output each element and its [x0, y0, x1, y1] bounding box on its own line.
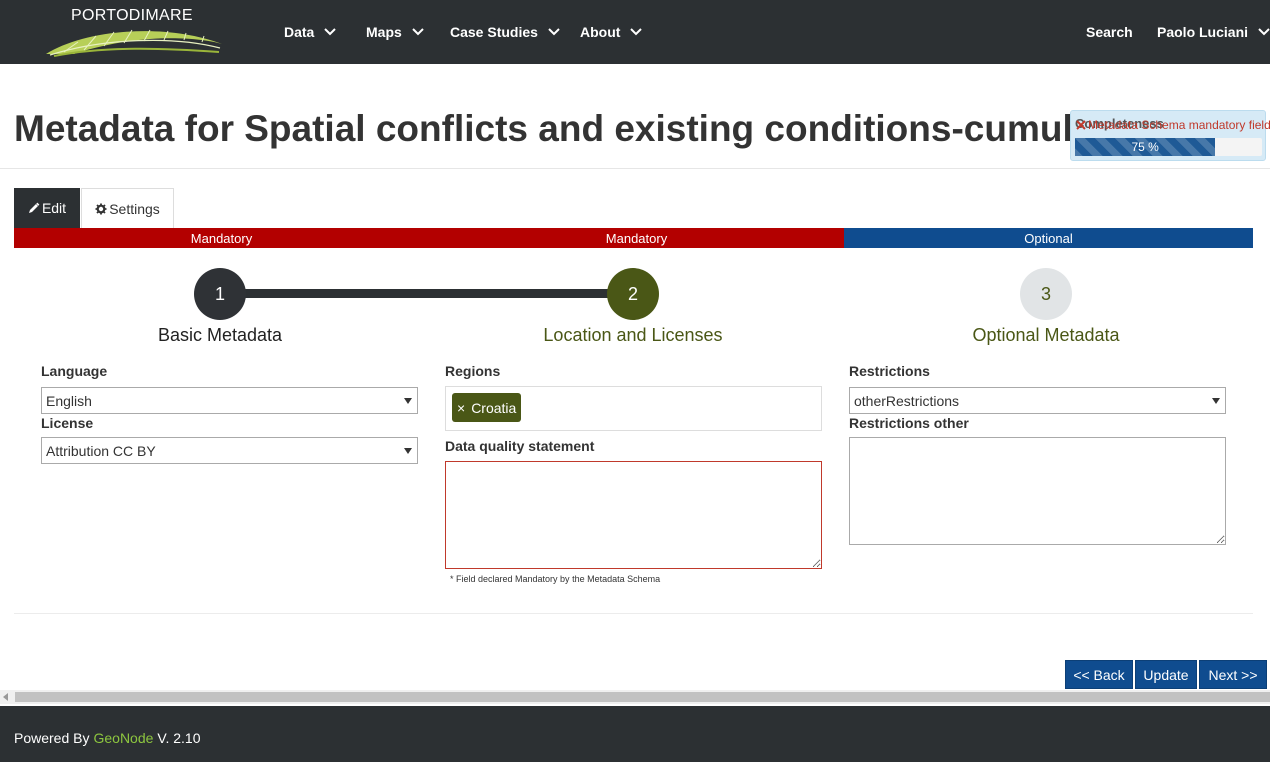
gear-icon [95, 203, 107, 214]
wizard-bar-label: Mandatory [605, 230, 668, 246]
nav-user-label: Paolo Luciani [1157, 24, 1249, 40]
nav-case-studies[interactable]: Case Studies [450, 22, 560, 42]
language-label: Language [41, 363, 108, 379]
form-divider [14, 613, 1253, 614]
step-number: 1 [214, 283, 225, 304]
license-value: Attribution CC BY [46, 442, 156, 459]
step-1-label: Basic Metadata [157, 325, 283, 345]
wizard-bar-step-1: Mandatory [14, 228, 429, 248]
top-navbar: PORTODIMARE Data Maps Case Studies About… [0, 0, 1270, 64]
wizard-bar-step-3: Optional [844, 228, 1253, 248]
nav-user-menu[interactable]: Paolo Luciani [1157, 22, 1270, 42]
restrictions-other-label: Restrictions other [849, 415, 969, 431]
next-button[interactable]: Next >> [1199, 660, 1267, 689]
chevron-down-icon [548, 28, 560, 36]
regions-tag-input[interactable]: × Croatia [445, 386, 822, 431]
caret-down-icon [404, 448, 412, 454]
completeness-percent: 75 % [1131, 140, 1159, 154]
license-select[interactable]: Attribution CC BY [41, 437, 418, 464]
restrictions-other-textarea[interactable] [849, 437, 1226, 545]
footer: Powered By GeoNode V. 2.10 [0, 706, 1270, 762]
data-quality-label: Data quality statement [445, 438, 595, 454]
nav-maps-label: Maps [366, 24, 402, 40]
step-number: 2 [627, 283, 638, 304]
tab-edit-label: Edit [41, 200, 67, 216]
pencil-icon [28, 202, 40, 213]
horizontal-scrollbar[interactable] [0, 690, 1270, 704]
wizard-bar-label: Mandatory [190, 230, 253, 246]
step-number: 3 [1040, 283, 1051, 304]
tab-edit[interactable]: Edit [14, 188, 80, 228]
wizard-bar-step-2: Mandatory [429, 228, 844, 248]
completeness-warning: Metadata Schema mandatory fields [1076, 118, 1270, 132]
geonode-link[interactable]: GeoNode [93, 730, 153, 746]
footer-text: Powered By GeoNode V. 2.10 [14, 730, 201, 746]
page-title: Metadata for Spatial conflicts and exist… [14, 108, 1158, 149]
chevron-down-icon [630, 28, 643, 36]
chevron-down-icon [324, 28, 337, 36]
footer-prefix: Powered By [14, 730, 90, 746]
step-connector [220, 289, 632, 298]
chevron-down-icon [412, 28, 424, 36]
brand-name: PORTODIMARE [71, 7, 193, 24]
tab-settings-label: Settings [109, 200, 160, 217]
scroll-left-arrow-icon[interactable] [2, 693, 10, 701]
completeness-progress: 75 % [1075, 138, 1262, 156]
chevron-down-icon [1258, 28, 1270, 36]
leaf-logo-icon [46, 29, 222, 57]
completeness-progress-fill: 75 % [1075, 138, 1216, 156]
completeness-warning-text: Metadata Schema mandatory fields [1088, 118, 1270, 132]
nav-search[interactable]: Search [1086, 22, 1133, 42]
wizard-bar-label: Optional [1024, 230, 1073, 246]
nav-data[interactable]: Data [284, 22, 337, 42]
restrictions-label: Restrictions [849, 363, 930, 379]
language-select[interactable]: English [41, 387, 418, 414]
footer-version: V. 2.10 [157, 730, 201, 746]
nav-case-studies-label: Case Studies [450, 24, 538, 40]
region-tag-label: Croatia [471, 399, 517, 416]
scrollbar-thumb[interactable] [15, 692, 1270, 702]
data-quality-textarea[interactable] [445, 461, 822, 569]
restrictions-select[interactable]: otherRestrictions [849, 387, 1226, 414]
caret-down-icon [1212, 398, 1220, 404]
region-tag: × Croatia [452, 393, 522, 422]
close-icon [1076, 120, 1086, 130]
title-divider [0, 168, 1270, 169]
back-button[interactable]: << Back [1065, 660, 1133, 689]
step-2-circle[interactable]: 2 [607, 268, 659, 320]
nav-data-label: Data [284, 24, 315, 40]
nav-maps[interactable]: Maps [366, 22, 424, 42]
completeness-panel: Completeness Metadata Schema mandatory f… [1070, 110, 1270, 161]
step-1-circle[interactable]: 1 [194, 268, 246, 320]
update-button[interactable]: Update [1135, 660, 1197, 689]
tab-settings[interactable]: Settings [81, 188, 174, 228]
mandatory-note: * Field declared Mandatory by the Metada… [450, 574, 661, 584]
step-3-label: Optional Metadata [972, 325, 1120, 345]
step-2-label: Location and Licenses [543, 325, 723, 345]
brand-logo[interactable]: PORTODIMARE [44, 0, 226, 64]
caret-down-icon [404, 398, 412, 404]
nav-search-label: Search [1086, 24, 1133, 40]
nav-about-label: About [580, 24, 621, 40]
restrictions-value: otherRestrictions [854, 392, 960, 409]
regions-label: Regions [445, 363, 501, 379]
language-value: English [46, 392, 92, 409]
tag-remove-icon[interactable]: × [457, 400, 465, 416]
license-label: License [41, 415, 94, 431]
step-3-circle[interactable]: 3 [1020, 268, 1072, 320]
nav-about[interactable]: About [580, 22, 643, 42]
